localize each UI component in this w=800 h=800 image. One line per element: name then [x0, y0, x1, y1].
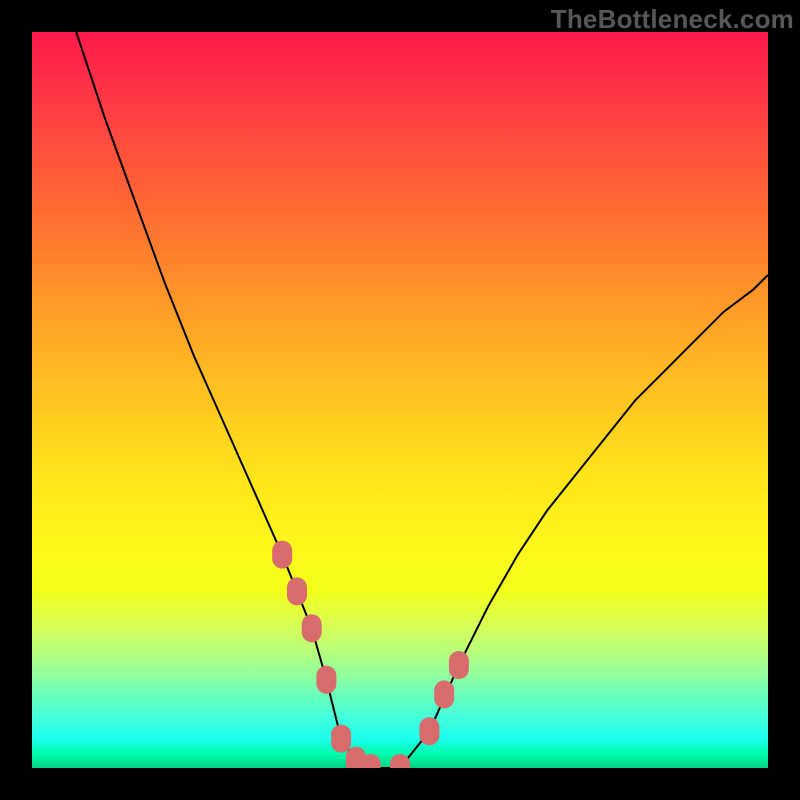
curve-marker: [434, 680, 454, 708]
watermark-text: TheBottleneck.com: [551, 4, 794, 35]
curve-marker: [272, 541, 292, 569]
curve-marker: [302, 614, 322, 642]
curve-marker: [331, 725, 351, 753]
curve-marker: [287, 577, 307, 605]
bottleneck-curve: [76, 32, 768, 768]
curve-marker: [419, 717, 439, 745]
chart-frame: TheBottleneck.com: [0, 0, 800, 800]
curve-marker: [449, 651, 469, 679]
curve-markers: [272, 541, 469, 768]
curve-marker: [390, 754, 410, 768]
chart-svg: [32, 32, 768, 768]
curve-marker: [316, 666, 336, 694]
